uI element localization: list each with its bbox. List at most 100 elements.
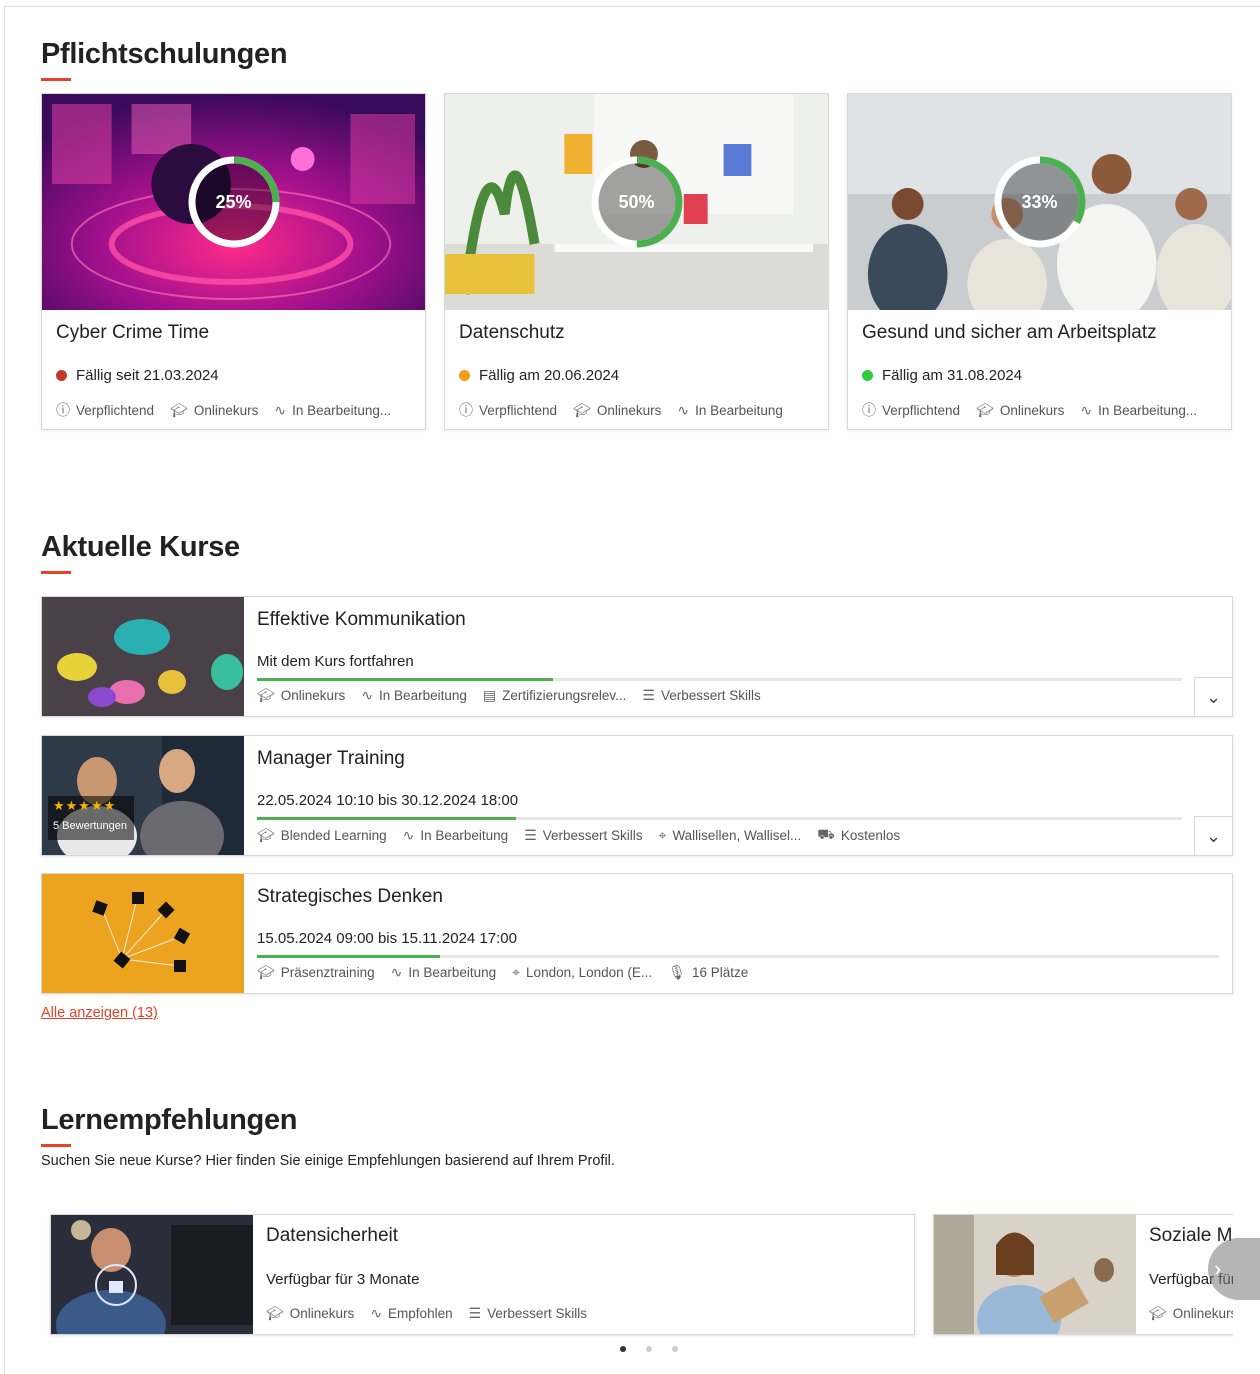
- rating-stars: ★★★★★: [53, 798, 117, 813]
- pagination-dot[interactable]: [620, 1346, 626, 1352]
- due-text: Fällig am 20.06.2024: [479, 367, 620, 384]
- tag: 16 Plätze: [691, 965, 749, 980]
- progress-percent: 50%: [618, 192, 655, 212]
- tag-mandatory: Verpflichtend: [882, 402, 961, 418]
- graduation-cap-icon: 🎓︎: [257, 827, 275, 843]
- due-date: Fällig am 31.08.2024: [862, 367, 1022, 384]
- card-meta: ⓘ Verpflichtend 🎓︎ Onlinekurs ∿ In Bearbeit…: [459, 400, 799, 420]
- progress-ring: 50%: [589, 154, 685, 250]
- section-title-recommendations: Lernempfehlungen: [41, 1104, 298, 1147]
- title-underline: [41, 571, 71, 574]
- carousel-pagination: [620, 1346, 678, 1352]
- tag: Wallisellen, Wallisel...: [672, 828, 802, 843]
- tag: Empfohlen: [388, 1306, 453, 1321]
- reco-card-datensicherheit[interactable]: Datensicherheit Verfügbar für 3 Monate 🎓…: [50, 1214, 915, 1335]
- course-title[interactable]: Manager Training: [257, 748, 405, 770]
- graduation-cap-icon: 🎓︎: [257, 687, 275, 703]
- tag: Zertifizierungsrelev...: [502, 688, 627, 703]
- expand-button[interactable]: ⌄: [1194, 677, 1232, 717]
- tag-type: Onlinekurs: [999, 402, 1065, 418]
- progress-ring: 25%: [186, 154, 282, 250]
- tag: Blended Learning: [280, 828, 387, 843]
- exclamation-circle-icon: ⓘ: [862, 402, 876, 418]
- course-row-kommunikation[interactable]: Effektive Kommunikation Mit dem Kurs for…: [41, 596, 1233, 717]
- course-row-strategisch[interactable]: Strategisches Denken 15.05.2024 09:00 bi…: [41, 873, 1233, 994]
- progress-track: [257, 817, 1182, 820]
- reco-meta: 🎓︎ Onlinekurs ∿ Empfohlen ☰ Verbessert Skil…: [266, 1305, 603, 1322]
- mandatory-card-datenschutz[interactable]: 50% Datenschutz Fällig am 20.06.2024 ⓘ Ve…: [444, 93, 829, 430]
- progress-percent: 33%: [1021, 192, 1058, 212]
- recommendations-carousel: Datensicherheit Verfügbar für 3 Monate 🎓…: [41, 1200, 1233, 1350]
- due-text: Fällig am 31.08.2024: [882, 367, 1023, 384]
- reco-subtitle: Verfügbar für 3 Monate: [266, 1271, 420, 1288]
- certificate-icon: ▤: [482, 687, 497, 703]
- title-underline: [41, 78, 71, 81]
- status-dot: [862, 370, 873, 381]
- tag: Verbessert Skills: [660, 688, 761, 703]
- graduation-cap-icon: 🎓︎: [1149, 1305, 1167, 1321]
- list-icon: ☰: [468, 1305, 482, 1321]
- status-dot: [459, 370, 470, 381]
- chevron-down-icon: ⌄: [1205, 826, 1222, 846]
- cart-icon: ⛟: [817, 826, 835, 842]
- expand-button[interactable]: ⌄: [1194, 816, 1232, 856]
- tag: Verbessert Skills: [487, 1306, 587, 1321]
- progress-track: [257, 955, 1219, 958]
- course-title[interactable]: Strategisches Denken: [257, 886, 443, 908]
- course-meta: 🎓︎ Blended Learning ∿ In Bearbeitung ☰ Verb…: [257, 826, 916, 845]
- mandatory-card-gesund[interactable]: 33% Gesund und sicher am Arbeitsplatz Fä…: [847, 93, 1232, 430]
- card-title[interactable]: Cyber Crime Time: [56, 322, 209, 344]
- chevron-down-icon: ⌄: [1205, 687, 1222, 707]
- kommunikation-image: [42, 597, 244, 716]
- chevron-right-icon: ›: [1214, 1256, 1222, 1281]
- course-subtitle[interactable]: 15.05.2024 09:00 bis 15.11.2024 17:00: [257, 930, 517, 947]
- activity-pulse-icon: ∿: [370, 1305, 383, 1321]
- progress-track: [257, 678, 1182, 681]
- map-pin-icon: ⌖: [512, 964, 521, 980]
- manager-image: ★★★★★ 5 Bewertungen: [42, 736, 244, 855]
- progress-ring: 33%: [992, 154, 1088, 250]
- reco-meta: 🎓︎ Onlinekurs: [1149, 1305, 1233, 1322]
- show-all-link[interactable]: Alle anzeigen (13): [41, 1005, 158, 1021]
- pagination-dot[interactable]: [672, 1346, 678, 1352]
- activity-pulse-icon: ∿: [677, 401, 690, 418]
- tag-mandatory: Verpflichtend: [76, 402, 155, 418]
- progress-fill: [257, 817, 516, 820]
- card-meta: ⓘ Verpflichtend 🎓︎ Onlinekurs ∿ In Bearbeit…: [56, 400, 407, 420]
- course-subtitle[interactable]: 22.05.2024 10:10 bis 30.12.2024 18:00: [257, 792, 518, 809]
- course-subtitle[interactable]: Mit dem Kurs fortfahren: [257, 653, 414, 670]
- reco-card-soziale-medien[interactable]: Soziale Medien Verfügbar für 3 Monate 🎓︎…: [933, 1214, 1233, 1335]
- course-row-manager[interactable]: ★★★★★ 5 Bewertungen Manager Training 22.…: [41, 735, 1233, 856]
- rating-overlay: ★★★★★ 5 Bewertungen: [48, 796, 134, 840]
- section-title-mandatory: Pflichtschulungen: [41, 38, 288, 81]
- list-icon: ☰: [642, 687, 655, 703]
- tag: Onlinekurs: [280, 688, 346, 703]
- progress-fill: [257, 678, 553, 681]
- tag-type: Onlinekurs: [193, 402, 259, 418]
- graduation-cap-icon: 🎓︎: [976, 401, 994, 418]
- pagination-dot[interactable]: [646, 1346, 652, 1352]
- reco-title[interactable]: Datensicherheit: [266, 1225, 398, 1247]
- tag: Präsenztraining: [280, 965, 375, 980]
- tag: Kostenlos: [840, 828, 901, 843]
- activity-pulse-icon: ∿: [274, 401, 287, 418]
- section-title-text: Lernempfehlungen: [41, 1104, 298, 1136]
- graduation-cap-icon: 🎓︎: [573, 401, 591, 418]
- list-icon: ☰: [524, 827, 537, 843]
- activity-pulse-icon: ∿: [1080, 401, 1093, 418]
- rating-count: 5 Bewertungen: [53, 820, 127, 832]
- section-title-text: Pflichtschulungen: [41, 38, 288, 70]
- due-text: Fällig seit 21.03.2024: [76, 367, 219, 384]
- course-meta: 🎓︎ Onlinekurs ∿ In Bearbeitung ▤ Zertifizie…: [257, 687, 777, 704]
- card-title[interactable]: Datenschutz: [459, 322, 565, 344]
- mandatory-card-cyber-crime[interactable]: 25% Cyber Crime Time Fällig seit 21.03.2…: [41, 93, 426, 430]
- course-title[interactable]: Effektive Kommunikation: [257, 609, 466, 631]
- tag: In Bearbeitung: [408, 965, 497, 980]
- card-meta: ⓘ Verpflichtend 🎓︎ Onlinekurs ∿ In Bearbeit…: [862, 400, 1213, 420]
- exclamation-circle-icon: ⓘ: [56, 402, 70, 418]
- tag-type: Onlinekurs: [596, 402, 662, 418]
- course-meta: 🎓︎ Präsenztraining ∿ In Bearbeitung ⌖ Londo…: [257, 964, 764, 981]
- card-title[interactable]: Gesund und sicher am Arbeitsplatz: [862, 322, 1157, 344]
- tag: Onlinekurs: [289, 1306, 355, 1321]
- tag-mandatory: Verpflichtend: [479, 402, 558, 418]
